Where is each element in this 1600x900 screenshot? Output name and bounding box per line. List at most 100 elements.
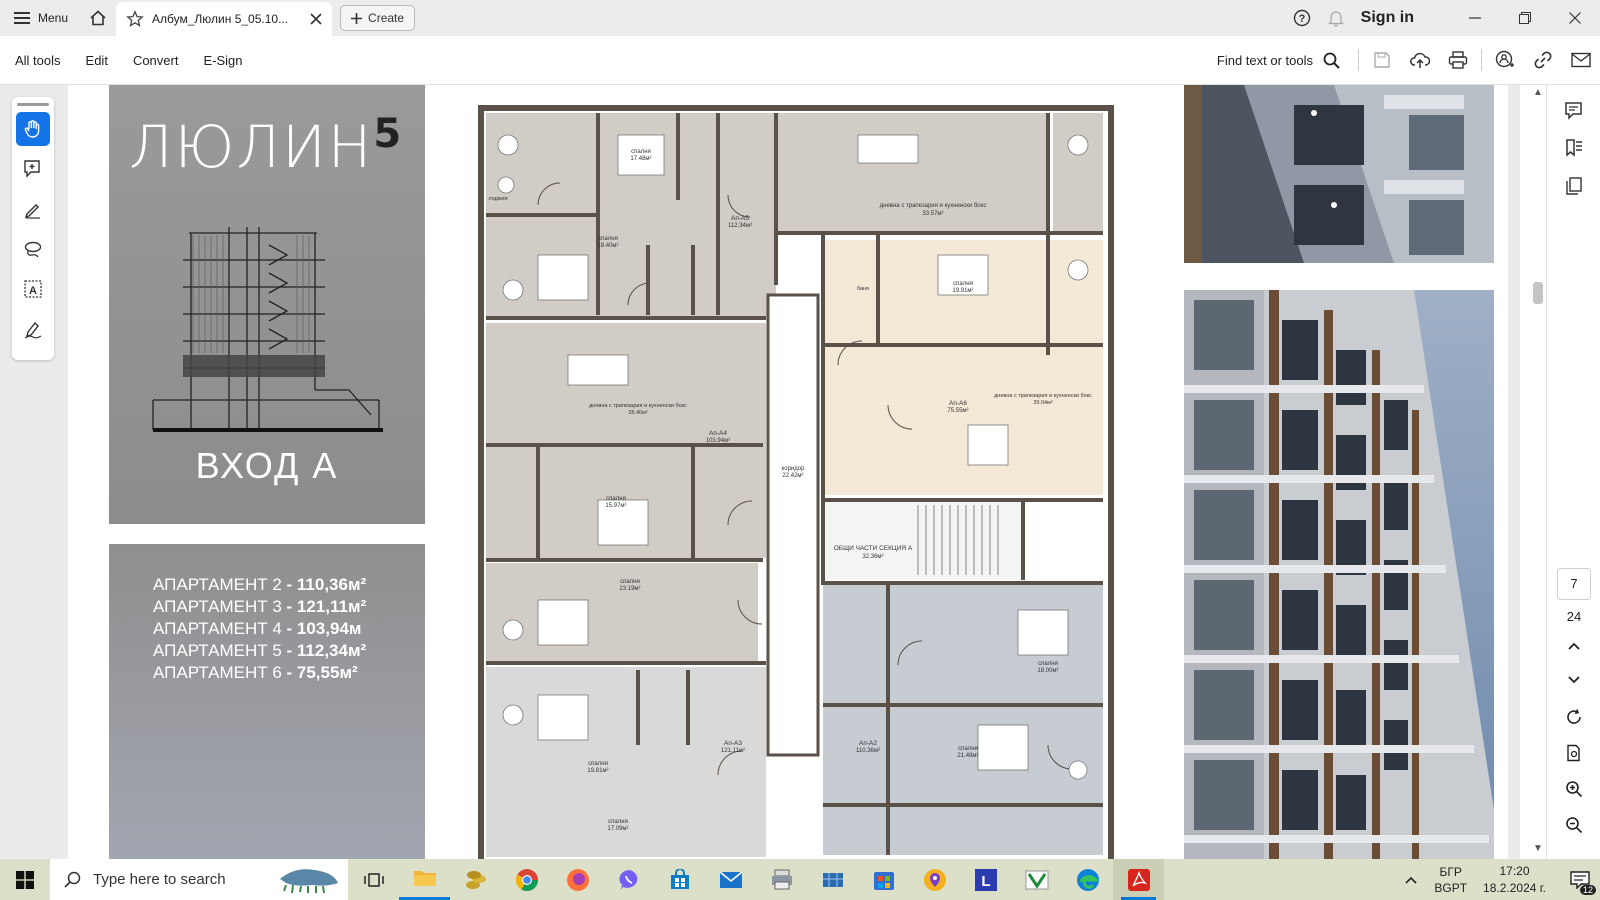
taskbar-microsoft-store[interactable] xyxy=(858,859,909,900)
restore-icon xyxy=(1519,12,1531,24)
email-button[interactable] xyxy=(1562,42,1600,78)
highlight-tool[interactable] xyxy=(16,192,50,226)
search-icon xyxy=(1323,52,1340,69)
apartment-name: АПАРТАМЕНТ 2 xyxy=(153,575,282,594)
notification-center-button[interactable]: 12 xyxy=(1560,859,1600,900)
unit-a5-living xyxy=(778,113,1048,233)
restore-button[interactable] xyxy=(1500,0,1550,36)
print-button[interactable] xyxy=(1439,42,1477,78)
taskbar-file-explorer[interactable] xyxy=(399,859,450,900)
previous-page-button[interactable] xyxy=(1561,633,1587,659)
document-tab[interactable]: Албум_Люлин 5_05.10... xyxy=(116,2,333,36)
title-bar: Menu Албум_Люлин 5_05.10... Create ? Sig… xyxy=(0,0,1600,36)
pages-panel-button[interactable] xyxy=(1561,173,1587,199)
label-a4-living: дневна с трапезария и кухненски бокс xyxy=(589,403,687,409)
comments-panel-button[interactable] xyxy=(1561,97,1587,123)
label-corridor: коридор xyxy=(782,466,806,472)
zoom-out-icon xyxy=(1566,817,1583,834)
scroll-thumb[interactable] xyxy=(1533,282,1543,304)
label-a3-area: 121.11м² xyxy=(721,748,745,754)
page-settings-button[interactable] xyxy=(1561,740,1587,766)
lasso-icon xyxy=(24,241,42,258)
taskbar-firefox[interactable] xyxy=(552,859,603,900)
label-a2-bedroom: спалня xyxy=(1038,661,1058,667)
taskbar-edge[interactable] xyxy=(1062,859,1113,900)
taskbar-acrobat[interactable] xyxy=(1113,859,1164,900)
floor-plan: Ап-А5 112.34м² дневна с трапезария и кух… xyxy=(478,105,1124,859)
document-viewport[interactable]: ЛЮЛИН5 ВХОД А АПАРТАМЕНТ 2 - 110,36м² АП… xyxy=(0,85,1520,859)
label-a2-area: 110.36м² xyxy=(856,748,880,754)
zoom-in-button[interactable] xyxy=(1561,776,1587,802)
svg-text:?: ? xyxy=(1298,13,1305,25)
taskbar-printer-app[interactable] xyxy=(756,859,807,900)
page-number-input[interactable]: 7 xyxy=(1557,568,1591,600)
taskbar-mail[interactable] xyxy=(705,859,756,900)
drag-handle[interactable] xyxy=(17,103,49,106)
taskbar-drawing-app[interactable] xyxy=(807,859,858,900)
label-a4-bedroom-2: спалня xyxy=(620,579,640,585)
upload-button[interactable] xyxy=(1401,42,1439,78)
taskbar-chrome[interactable] xyxy=(501,859,552,900)
toolbar-divider xyxy=(1358,49,1359,71)
share-people-button[interactable] xyxy=(1486,42,1524,78)
input-language-indicator[interactable]: БГР BGPT xyxy=(1434,864,1467,896)
create-label: Create xyxy=(368,11,405,25)
taskbar-search[interactable]: Type here to search xyxy=(50,859,348,900)
refresh-button[interactable] xyxy=(1561,704,1587,730)
label-a6-area: 75.55м² xyxy=(947,408,968,414)
menu-all-tools[interactable]: All tools xyxy=(15,53,61,68)
label-a4-area: 103.94м² xyxy=(706,438,730,444)
text-tool[interactable]: A xyxy=(16,272,50,306)
close-window-button[interactable] xyxy=(1550,0,1600,36)
label-a6-bedroom: спалня xyxy=(953,281,973,287)
menu-edit[interactable]: Edit xyxy=(86,53,108,68)
menu-convert[interactable]: Convert xyxy=(133,53,179,68)
add-comment-tool[interactable] xyxy=(16,152,50,186)
save-button[interactable] xyxy=(1363,42,1401,78)
menu-e-sign[interactable]: E-Sign xyxy=(203,53,242,68)
task-view-button[interactable] xyxy=(348,859,399,900)
close-tab-icon[interactable] xyxy=(310,13,322,25)
notifications-button[interactable] xyxy=(1319,0,1353,36)
bookmarks-panel-button[interactable] xyxy=(1561,135,1587,161)
zoom-out-button[interactable] xyxy=(1561,812,1587,838)
clock[interactable]: 17:20 18.2.2024 г. xyxy=(1483,863,1546,897)
refresh-icon xyxy=(1567,709,1581,724)
draw-tool[interactable] xyxy=(16,232,50,266)
create-button[interactable]: Create xyxy=(340,5,416,31)
menu-button[interactable]: Menu xyxy=(0,0,80,36)
star-icon[interactable] xyxy=(126,10,144,28)
help-button[interactable]: ? xyxy=(1285,0,1319,36)
minimize-button[interactable] xyxy=(1450,0,1500,36)
corridor xyxy=(766,293,820,757)
taskbar-v-app[interactable] xyxy=(1011,859,1062,900)
lang-bottom: BGPT xyxy=(1434,880,1468,895)
taskbar-store[interactable] xyxy=(654,859,705,900)
find-text-or-tools[interactable]: Find text or tools xyxy=(1217,52,1340,69)
cover-title: ЛЮЛИН5 xyxy=(129,111,403,181)
scroll-down-arrow[interactable]: ▼ xyxy=(1530,843,1546,854)
text-box-icon: A xyxy=(24,280,42,298)
start-button[interactable] xyxy=(0,859,50,900)
hand-icon xyxy=(24,120,40,138)
taskbar-l-app[interactable]: L xyxy=(960,859,1011,900)
plus-icon xyxy=(351,12,363,24)
home-button[interactable] xyxy=(80,0,116,36)
taskbar-viber[interactable] xyxy=(603,859,654,900)
taskbar-maps-app[interactable] xyxy=(909,859,960,900)
copy-link-button[interactable] xyxy=(1524,42,1562,78)
sign-tool[interactable] xyxy=(16,312,50,346)
scroll-up-arrow[interactable]: ▲ xyxy=(1530,87,1546,98)
clock-time: 17:20 xyxy=(1499,863,1530,878)
sign-in-button[interactable]: Sign in xyxy=(1361,9,1414,27)
show-hidden-icons-chevron-up-icon[interactable] xyxy=(1404,875,1418,885)
vertical-scrollbar[interactable]: ▲ ▼ xyxy=(1530,85,1546,859)
blueprint-icon xyxy=(822,872,843,887)
next-page-button[interactable] xyxy=(1561,667,1587,693)
hand-tool[interactable] xyxy=(16,112,50,146)
coins-icon xyxy=(465,870,486,889)
label-a6-living: дневна с трапезария и кухненски бокс xyxy=(994,393,1092,399)
windows-taskbar: Type here to search L БГР BGPT 17:20 18.… xyxy=(0,859,1600,900)
taskbar-coins-app[interactable] xyxy=(450,859,501,900)
folder-icon xyxy=(413,871,436,886)
